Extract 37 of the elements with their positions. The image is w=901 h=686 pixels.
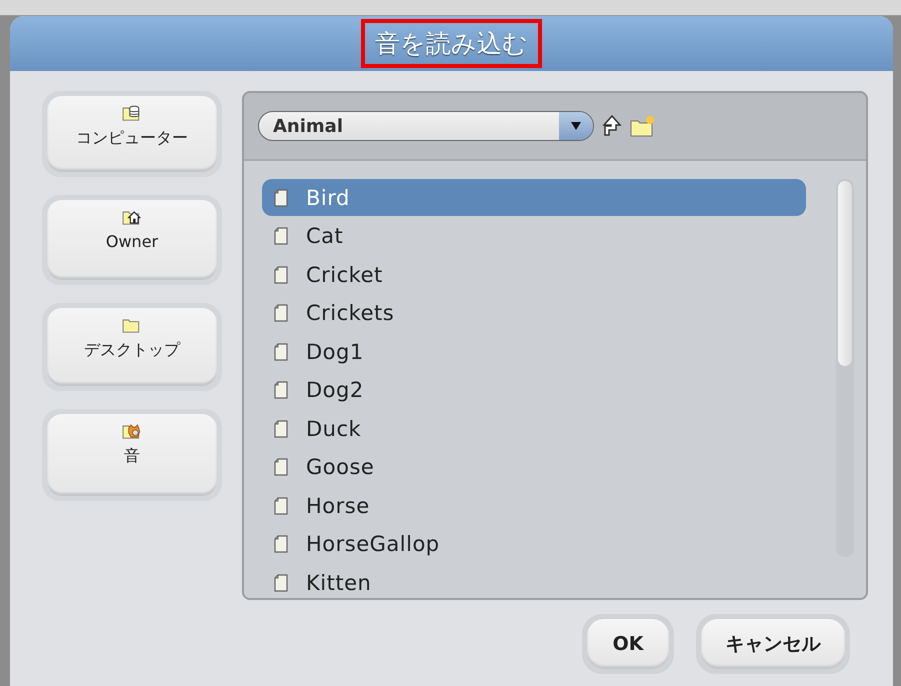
file-icon [274,266,288,284]
file-item[interactable]: Dog2 [262,372,806,408]
file-item[interactable]: Crickets [262,294,806,332]
sidebar-item[interactable]: コンピューター [47,96,217,172]
sidebar-item[interactable]: 音 [47,414,217,496]
dialog-title: 音を読み込む [361,19,542,68]
file-item[interactable]: HorseGallop [262,526,806,562]
file-icon [274,496,288,514]
file-item[interactable]: Cat [262,218,806,254]
file-icon [274,304,288,322]
file-icon [274,227,288,245]
file-icon [274,381,288,399]
cancel-button[interactable]: キャンセル [701,619,845,669]
new-folder-icon[interactable] [630,115,656,137]
location-value: Animal [272,116,344,136]
file-item[interactable]: Dog1 [262,333,806,370]
location-dropdown[interactable]: Animal [258,111,594,141]
file-icon [274,458,288,476]
file-item[interactable]: Kitten [262,564,806,598]
dropdown-caret-icon [571,122,581,130]
file-item[interactable]: Bird [262,179,806,216]
ok-button[interactable]: OK [587,619,669,669]
up-arrow-icon[interactable] [602,114,622,138]
computer-folder-icon [122,104,142,122]
file-icon [274,420,288,438]
file-icon [274,574,288,592]
file-item[interactable]: Cricket [262,256,806,293]
file-icon [274,188,288,206]
file-icon [274,342,288,360]
scrollbar-thumb[interactable] [838,181,852,366]
file-item[interactable]: Duck [262,410,806,447]
sidebar-item[interactable]: Owner [47,200,217,280]
sidebar-item[interactable]: デスクトップ [47,308,217,386]
file-item[interactable]: Horse [262,487,806,524]
home-folder-icon [122,208,142,226]
file-item[interactable]: Goose [262,448,806,486]
file-icon [274,535,288,553]
